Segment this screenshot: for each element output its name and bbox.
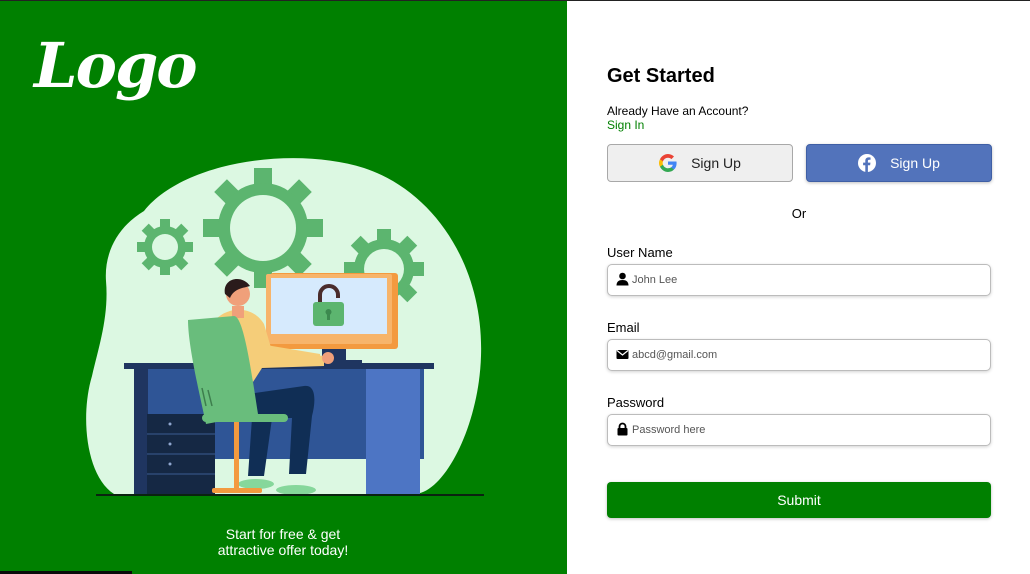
hero-panel: Logo Start for free & get attractive off… [0, 1, 567, 574]
submit-button[interactable]: Submit [607, 482, 991, 518]
form-title: Get Started [607, 65, 715, 87]
password-label: Password [607, 395, 665, 410]
email-field-container [607, 339, 991, 371]
tagline-line-1: Start for free & get [225, 526, 341, 542]
password-input[interactable] [632, 415, 986, 445]
promo-tagline: Start for free & get attractive offer to… [160, 526, 406, 558]
google-signup-button[interactable]: Sign Up [607, 144, 793, 182]
workspace-illustration [86, 158, 484, 496]
logo: Logo [34, 29, 198, 102]
email-label: Email [607, 320, 640, 335]
facebook-signup-label: Sign Up [890, 155, 940, 171]
user-icon [616, 272, 629, 286]
username-label: User Name [607, 245, 673, 260]
google-icon [659, 154, 677, 172]
password-field-container [607, 414, 991, 446]
google-signup-label: Sign Up [691, 155, 741, 171]
have-account-text: Already Have an Account? [607, 104, 749, 118]
email-input[interactable] [632, 340, 986, 370]
sign-in-link[interactable]: Sign In [607, 118, 644, 132]
facebook-signup-button[interactable]: Sign Up [806, 144, 992, 182]
or-separator: Or [791, 206, 807, 221]
signup-form-panel: Get Started Already Have an Account? Sig… [567, 1, 1030, 574]
username-field-container [607, 264, 991, 296]
envelope-icon [616, 350, 629, 359]
facebook-icon [858, 154, 877, 172]
username-input[interactable] [632, 265, 986, 295]
lock-icon [617, 422, 628, 436]
tagline-line-2: attractive offer today! [217, 542, 349, 558]
